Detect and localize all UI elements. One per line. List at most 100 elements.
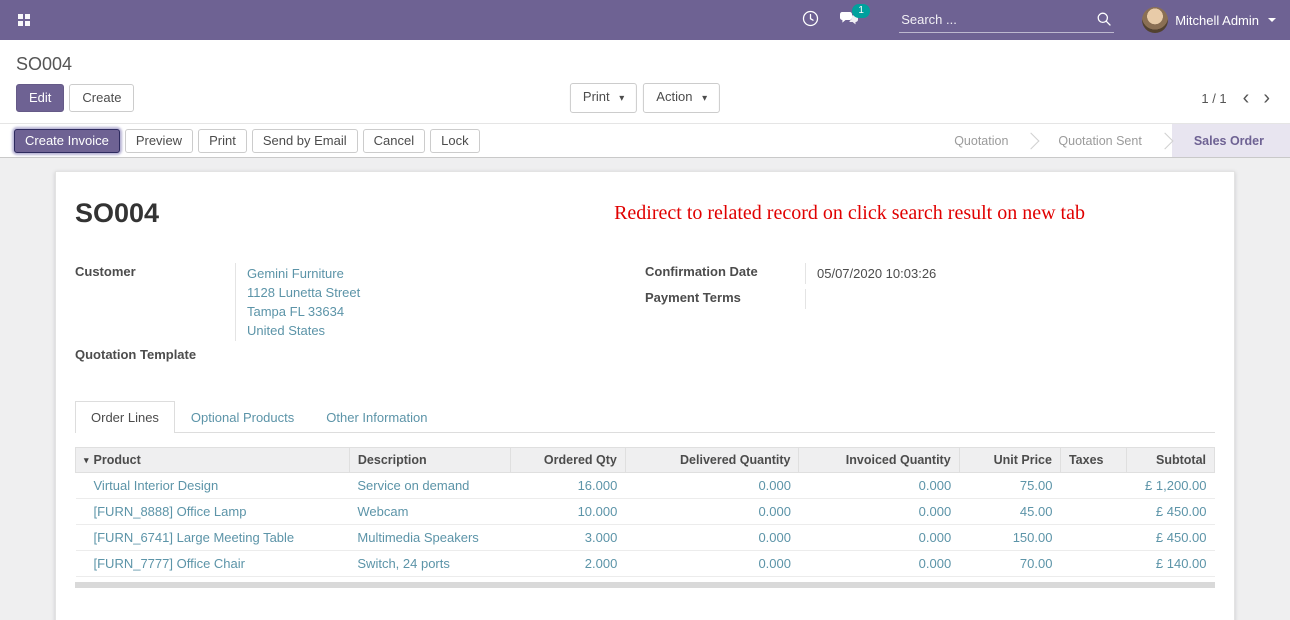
top-navbar: 1 Mitchell Admin [0, 0, 1290, 40]
cell-ordered-qty: 10.000 [511, 499, 626, 525]
sheet: SO004 Redirect to related record on clic… [55, 171, 1235, 620]
tab-order-lines[interactable]: Order Lines [75, 401, 175, 433]
totals-row: Untaxed Amount: £ 2,240.00 [957, 614, 1215, 620]
header-product[interactable]: ▾ Product [76, 448, 350, 473]
search-icon[interactable] [1094, 11, 1114, 27]
form-view: SO004 Redirect to related record on clic… [0, 158, 1290, 620]
cell-unit-price: 70.00 [959, 551, 1060, 577]
cell-delivered-qty: 0.000 [625, 551, 799, 577]
state-quotation-sent[interactable]: Quotation Sent [1038, 124, 1161, 157]
confirmation-date-value: 05/07/2020 10:03:26 [805, 263, 1215, 284]
header-unit-price[interactable]: Unit Price [959, 448, 1060, 473]
field-groups: Customer Gemini Furniture 1128 Lunetta S… [75, 263, 1215, 371]
cell-product[interactable]: [FURN_7777] Office Chair [76, 551, 350, 577]
cell-subtotal: £ 140.00 [1127, 551, 1215, 577]
navbar-systray: 1 Mitchell Admin [796, 4, 1280, 36]
cell-taxes [1060, 473, 1126, 499]
customer-label: Customer [75, 263, 235, 341]
print-dropdown-button[interactable]: Print ▾ [570, 83, 637, 113]
cell-delivered-qty: 0.000 [625, 473, 799, 499]
table-row[interactable]: Virtual Interior Design Service on deman… [76, 473, 1215, 499]
cell-delivered-qty: 0.000 [625, 525, 799, 551]
header-taxes[interactable]: Taxes [1060, 448, 1126, 473]
chevron-down-icon [1268, 18, 1276, 22]
clock-icon [802, 10, 819, 30]
cell-product[interactable]: [FURN_6741] Large Meeting Table [76, 525, 350, 551]
search-input[interactable] [899, 8, 1094, 31]
action-dropdown-button[interactable]: Action ▾ [643, 83, 720, 113]
edit-button[interactable]: Edit [16, 84, 64, 112]
cell-invoiced-qty: 0.000 [799, 499, 959, 525]
pager-next-button[interactable]: › [1259, 88, 1274, 108]
state-sales-order[interactable]: Sales Order [1172, 124, 1290, 157]
header-ordered-qty[interactable]: Ordered Qty [511, 448, 626, 473]
quotation-template-value [235, 346, 645, 366]
cell-description: Multimedia Speakers [349, 525, 510, 551]
caret-down-icon: ▾ [702, 93, 707, 104]
customer-value[interactable]: Gemini Furniture 1128 Lunetta Street Tam… [235, 263, 645, 341]
cell-invoiced-qty: 0.000 [799, 473, 959, 499]
control-panel-buttons: Edit Create Print ▾ Action ▾ 1 / 1 ‹ › [0, 78, 1290, 123]
header-description[interactable]: Description [349, 448, 510, 473]
cell-unit-price: 150.00 [959, 525, 1060, 551]
cell-description: Webcam [349, 499, 510, 525]
tab-other-information[interactable]: Other Information [310, 401, 443, 433]
payment-terms-label: Payment Terms [645, 289, 805, 309]
cell-taxes [1060, 551, 1126, 577]
quotation-template-label: Quotation Template [75, 346, 235, 366]
discuss-button[interactable]: 1 [833, 5, 865, 35]
header-invoiced-quantity[interactable]: Invoiced Quantity [799, 448, 959, 473]
control-panel: SO004 Edit Create Print ▾ Action ▾ 1 / 1… [0, 40, 1290, 123]
header-delivered-quantity[interactable]: Delivered Quantity [625, 448, 799, 473]
create-invoice-button[interactable]: Create Invoice [14, 129, 120, 153]
avatar [1142, 7, 1168, 33]
customer-city: Tampa FL 33634 [247, 302, 645, 321]
preview-button[interactable]: Preview [125, 129, 193, 153]
cancel-button[interactable]: Cancel [363, 129, 425, 153]
print-dropdown-label: Print [583, 89, 610, 104]
header-product-label: Product [94, 453, 141, 467]
create-button[interactable]: Create [69, 84, 134, 112]
pager-previous-button[interactable]: ‹ [1239, 88, 1254, 108]
cell-subtotal: £ 450.00 [1127, 525, 1215, 551]
cell-product[interactable]: [FURN_8888] Office Lamp [76, 499, 350, 525]
send-by-email-button[interactable]: Send by Email [252, 129, 358, 153]
caret-down-icon: ▾ [619, 93, 624, 104]
sort-caret-icon[interactable]: ▾ [84, 455, 89, 465]
activities-button[interactable] [796, 4, 825, 36]
apps-menu-button[interactable] [12, 8, 36, 32]
print-button[interactable]: Print [198, 129, 247, 153]
cell-taxes [1060, 525, 1126, 551]
cell-ordered-qty: 16.000 [511, 473, 626, 499]
horizontal-scrollbar[interactable] [75, 582, 1215, 588]
cell-product[interactable]: Virtual Interior Design [76, 473, 350, 499]
tab-optional-products[interactable]: Optional Products [175, 401, 310, 433]
table-row[interactable]: [FURN_7777] Office Chair Switch, 24 port… [76, 551, 1215, 577]
table-row[interactable]: [FURN_6741] Large Meeting Table Multimed… [76, 525, 1215, 551]
cell-invoiced-qty: 0.000 [799, 551, 959, 577]
lock-button[interactable]: Lock [430, 129, 479, 153]
state-arrow-icon [1028, 124, 1038, 157]
record-title: SO004 [75, 198, 159, 229]
header-subtotal[interactable]: Subtotal [1127, 448, 1215, 473]
cell-subtotal: £ 450.00 [1127, 499, 1215, 525]
breadcrumb-title: SO004 [16, 54, 72, 74]
state-arrow-icon [1162, 124, 1172, 157]
cell-unit-price: 75.00 [959, 473, 1060, 499]
global-search-box [899, 8, 1114, 33]
cell-taxes [1060, 499, 1126, 525]
cell-description: Switch, 24 ports [349, 551, 510, 577]
breadcrumb: SO004 [0, 40, 1290, 78]
annotation-text: Redirect to related record on click sear… [614, 202, 1085, 225]
order-lines-table: ▾ Product Description Ordered Qty Deliver… [75, 447, 1215, 577]
notebook-tabs: Order Lines Optional Products Other Info… [75, 401, 1215, 433]
state-quotation[interactable]: Quotation [934, 124, 1028, 157]
cell-ordered-qty: 3.000 [511, 525, 626, 551]
customer-name-link[interactable]: Gemini Furniture [247, 264, 645, 283]
user-name: Mitchell Admin [1175, 13, 1259, 28]
cell-subtotal: £ 1,200.00 [1127, 473, 1215, 499]
table-row[interactable]: [FURN_8888] Office Lamp Webcam 10.000 0.… [76, 499, 1215, 525]
apps-grid-icon [18, 14, 30, 26]
cell-description: Service on demand [349, 473, 510, 499]
user-menu-button[interactable]: Mitchell Admin [1138, 5, 1280, 35]
